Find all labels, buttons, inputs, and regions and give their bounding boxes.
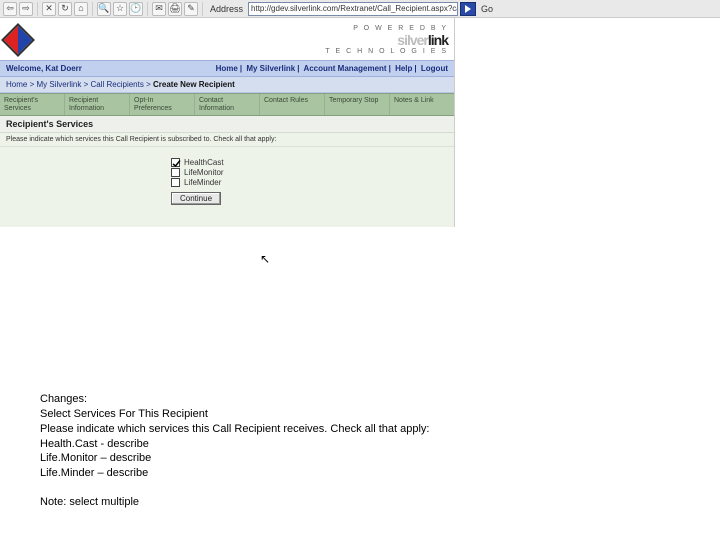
address-label: Address bbox=[207, 4, 246, 14]
brand-tagline: T E C H N O L O G I E S bbox=[325, 48, 448, 55]
crumb-current: Create New Recipient bbox=[153, 80, 235, 89]
go-arrow-icon bbox=[465, 5, 471, 13]
welcome-greeting: Welcome, Kat Doerr bbox=[6, 64, 82, 73]
history-icon[interactable]: 🕑 bbox=[129, 2, 143, 16]
welcome-links: Home| My Silverlink| Account Management|… bbox=[216, 64, 448, 73]
welcome-bar: Welcome, Kat Doerr Home| My Silverlink| … bbox=[0, 60, 454, 77]
tab-contact-information[interactable]: Contact Information bbox=[195, 94, 260, 115]
search-icon[interactable]: 🔍 bbox=[97, 2, 111, 16]
service-label-lifemonitor: LifeMonitor bbox=[184, 168, 224, 177]
address-value: http://gdev.silverlink.com/Rextranet/Cal… bbox=[251, 4, 458, 13]
service-row-lifemonitor: LifeMonitor bbox=[171, 168, 448, 177]
checkbox-lifemonitor[interactable] bbox=[171, 168, 180, 177]
brand-row: P O W E R E D B Y silverlink T E C H N O… bbox=[0, 18, 454, 60]
notes-heading: Changes: bbox=[40, 392, 580, 407]
address-bar[interactable]: http://gdev.silverlink.com/Rextranet/Cal… bbox=[248, 2, 458, 16]
nav-my-silverlink[interactable]: My Silverlink bbox=[246, 64, 295, 73]
section-instruction: Please indicate which services this Call… bbox=[0, 133, 454, 147]
tab-contact-rules[interactable]: Contact Rules bbox=[260, 94, 325, 115]
services-form: HealthCast LifeMonitor LifeMinder Contin… bbox=[0, 147, 454, 227]
tab-notes-link[interactable]: Notes & Link bbox=[390, 94, 454, 115]
tab-temporary-stop[interactable]: Temporary Stop bbox=[325, 94, 390, 115]
breadcrumb: Home > My Silverlink > Call Recipients >… bbox=[0, 77, 454, 93]
annotation-notes: Changes: Select Services For This Recipi… bbox=[40, 392, 580, 510]
favorites-icon[interactable]: ☆ bbox=[113, 2, 127, 16]
stop-icon[interactable]: ✕ bbox=[42, 2, 56, 16]
nav-help[interactable]: Help bbox=[395, 64, 412, 73]
back-icon[interactable]: ⇦ bbox=[3, 2, 17, 16]
checkbox-healthcast[interactable] bbox=[171, 158, 180, 167]
nav-account-management[interactable]: Account Management bbox=[303, 64, 386, 73]
notes-bullet-3: Life.Minder – describe bbox=[40, 466, 580, 481]
service-label-lifeminder: LifeMinder bbox=[184, 178, 221, 187]
logo-part-hard: link bbox=[428, 32, 448, 48]
service-row-healthcast: HealthCast bbox=[171, 158, 448, 167]
logo-part-soft: silver bbox=[397, 32, 428, 48]
notes-line-1: Select Services For This Recipient bbox=[40, 407, 580, 422]
section-title: Recipient's Services bbox=[0, 116, 454, 133]
tabs: Recipient's Services Recipient Informati… bbox=[0, 93, 454, 116]
browser-toolbar: ⇦ ⇨ ✕ ↻ ⌂ 🔍 ☆ 🕑 ✉ 🖨 ✎ Address http://gde… bbox=[0, 0, 720, 18]
notes-bullet-1: Health.Cast - describe bbox=[40, 437, 580, 452]
forward-icon[interactable]: ⇨ bbox=[19, 2, 33, 16]
cursor-icon: ↖ bbox=[260, 252, 270, 266]
crumb-call-recipients[interactable]: Call Recipients bbox=[91, 80, 144, 89]
home-icon[interactable]: ⌂ bbox=[74, 2, 88, 16]
silverlink-logo: silverlink bbox=[325, 32, 448, 48]
company-logo-icon bbox=[1, 23, 35, 57]
notes-bullet-2: Life.Monitor – describe bbox=[40, 451, 580, 466]
powered-by: P O W E R E D B Y silverlink T E C H N O… bbox=[325, 25, 448, 55]
go-label: Go bbox=[478, 4, 496, 14]
notes-footer: Note: select multiple bbox=[40, 495, 580, 510]
edit-icon[interactable]: ✎ bbox=[184, 2, 198, 16]
service-label-healthcast: HealthCast bbox=[184, 158, 224, 167]
mail-icon[interactable]: ✉ bbox=[152, 2, 166, 16]
checkbox-lifeminder[interactable] bbox=[171, 178, 180, 187]
nav-home[interactable]: Home bbox=[216, 64, 238, 73]
tab-recipients-services[interactable]: Recipient's Services bbox=[0, 94, 65, 115]
go-button[interactable] bbox=[460, 2, 476, 16]
service-row-lifeminder: LifeMinder bbox=[171, 178, 448, 187]
app-page: P O W E R E D B Y silverlink T E C H N O… bbox=[0, 18, 455, 227]
nav-logout[interactable]: Logout bbox=[421, 64, 448, 73]
tab-recipient-information[interactable]: Recipient Information bbox=[65, 94, 130, 115]
notes-line-2: Please indicate which services this Call… bbox=[40, 422, 580, 437]
continue-button[interactable]: Continue bbox=[171, 192, 221, 205]
refresh-icon[interactable]: ↻ bbox=[58, 2, 72, 16]
crumb-home[interactable]: Home bbox=[6, 80, 27, 89]
tab-optin-preferences[interactable]: Opt-In Preferences bbox=[130, 94, 195, 115]
powered-by-label: P O W E R E D B Y bbox=[325, 25, 448, 32]
print-icon[interactable]: 🖨 bbox=[168, 2, 182, 16]
crumb-my-silverlink[interactable]: My Silverlink bbox=[36, 80, 81, 89]
